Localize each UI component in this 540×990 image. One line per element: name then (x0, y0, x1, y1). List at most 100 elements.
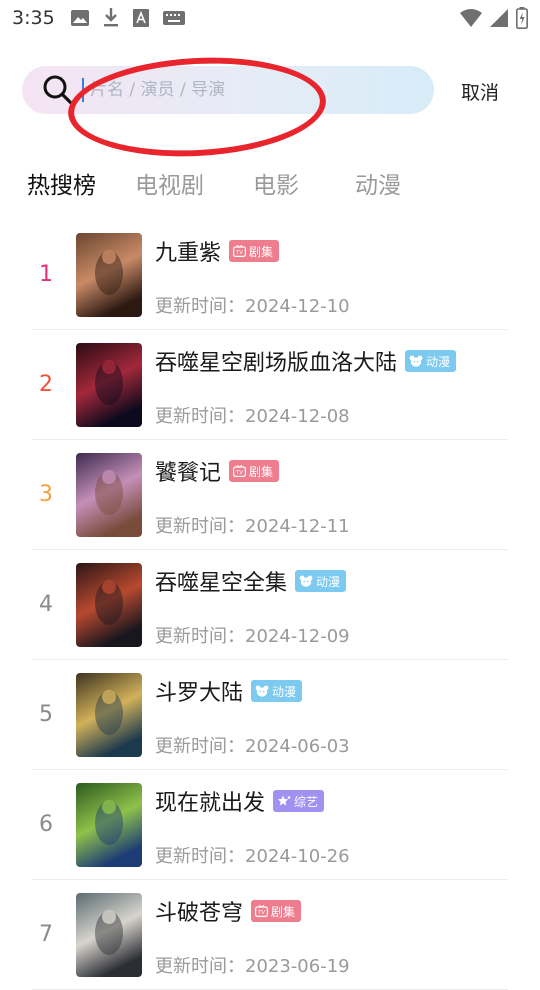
badge-label: 剧集 (271, 904, 296, 919)
status-bar: 3:35 (0, 0, 540, 36)
search-icon (42, 74, 74, 106)
tab-movies[interactable]: 电影 (253, 166, 299, 200)
title-line: 斗罗大陆 动漫 (155, 675, 303, 707)
poster-image[interactable] (76, 343, 142, 427)
badge-label: 动漫 (272, 684, 297, 699)
list-item[interactable]: 3 饕餮记 TV 剧集 更新时间：2024-12-11 (0, 440, 540, 550)
rank-number: 5 (39, 702, 53, 727)
category-badge: TV 剧集 (229, 460, 280, 482)
list-item[interactable]: 4 吞噬星空全集 动漫更新时间：2024-12-09 (0, 550, 540, 660)
update-time-label: 更新时间： (155, 516, 245, 537)
poster-image[interactable] (76, 893, 142, 977)
search-box[interactable] (22, 66, 434, 114)
update-time-label: 更新时间： (155, 296, 245, 317)
update-time-value: 2024-12-09 (245, 626, 350, 647)
status-notification-icons (70, 8, 185, 28)
category-badge: TV 剧集 (229, 240, 280, 262)
poster-image[interactable] (76, 563, 142, 647)
update-time: 更新时间：2023-06-19 (155, 952, 350, 978)
keyboard-icon (162, 11, 185, 25)
update-time-value: 2024-12-10 (245, 296, 350, 317)
rank-number: 2 (39, 372, 53, 397)
signal-icon (490, 9, 508, 27)
item-title[interactable]: 饕餮记 (155, 455, 221, 487)
update-time-value: 2024-10-26 (245, 846, 350, 867)
tv-icon: TV (233, 245, 247, 257)
update-time-value: 2023-06-19 (245, 956, 350, 977)
update-time: 更新时间：2024-12-10 (155, 292, 350, 318)
update-time: 更新时间：2024-12-09 (155, 622, 350, 648)
rank-number: 7 (39, 922, 53, 947)
rank-number: 1 (39, 262, 53, 287)
bear-icon (255, 685, 269, 697)
title-line: 九重紫 TV 剧集 (155, 235, 280, 267)
badge-label: 综艺 (294, 794, 319, 809)
item-title[interactable]: 现在就出发 (155, 785, 265, 817)
item-title[interactable]: 九重紫 (155, 235, 221, 267)
cancel-button[interactable]: 取消 (461, 78, 499, 105)
update-time: 更新时间：2024-12-08 (155, 402, 350, 428)
update-time-label: 更新时间： (155, 956, 245, 977)
list-item[interactable]: 1 九重紫 TV 剧集更新时间：2024-12-10 (0, 220, 540, 330)
badge-label: 剧集 (249, 464, 274, 479)
text-cursor (82, 78, 84, 102)
update-time: 更新时间：2024-10-26 (155, 842, 350, 868)
update-time-label: 更新时间： (155, 846, 245, 867)
update-time-value: 2024-12-08 (245, 406, 350, 427)
tab-anime[interactable]: 动漫 (355, 166, 401, 200)
update-time-value: 2024-12-11 (245, 516, 350, 537)
list-item[interactable]: 7 斗破苍穹 TV 剧集更新时间：2023-06-19 (0, 880, 540, 990)
tab-tv-series[interactable]: 电视剧 (135, 166, 204, 200)
list-item[interactable]: 6 现在就出发 综艺更新时间：2024-10-26 (0, 770, 540, 880)
list-item[interactable]: 2 吞噬星空剧场版血洛大陆 动漫更新时间：2024-12-08 (0, 330, 540, 440)
battery-icon (516, 7, 528, 29)
update-time: 更新时间：2024-12-11 (155, 512, 350, 538)
item-title[interactable]: 斗破苍穹 (155, 895, 243, 927)
update-time-label: 更新时间： (155, 626, 245, 647)
poster-image[interactable] (76, 673, 142, 757)
rank-number: 4 (39, 592, 53, 617)
star-icon (277, 795, 291, 807)
bear-icon (409, 355, 423, 367)
tab-hot-search[interactable]: 热搜榜 (27, 166, 96, 200)
svg-text:TV: TV (257, 910, 265, 916)
poster-image[interactable] (76, 783, 142, 867)
category-tabs: 热搜榜 电视剧 电影 动漫 (0, 166, 540, 206)
category-badge: TV 剧集 (251, 900, 302, 922)
font-app-icon (132, 9, 149, 27)
poster-image[interactable] (76, 453, 142, 537)
update-time-label: 更新时间： (155, 736, 245, 757)
item-title[interactable]: 吞噬星空剧场版血洛大陆 (155, 345, 397, 377)
image-icon (70, 10, 89, 26)
badge-label: 动漫 (316, 574, 341, 589)
update-time: 更新时间：2024-06-03 (155, 732, 350, 758)
svg-text:TV: TV (235, 470, 243, 476)
bear-icon (299, 575, 313, 587)
badge-label: 剧集 (249, 244, 274, 259)
item-title[interactable]: 斗罗大陆 (155, 675, 243, 707)
category-badge: 综艺 (273, 790, 325, 812)
category-badge: 动漫 (405, 350, 457, 372)
search-row: 取消 (0, 66, 540, 114)
download-icon (103, 8, 119, 28)
tv-icon: TV (233, 465, 247, 477)
search-input[interactable] (90, 80, 390, 100)
list-item[interactable]: 5 斗罗大陆 动漫更新时间：2024-06-03 (0, 660, 540, 770)
badge-label: 动漫 (426, 354, 451, 369)
category-badge: 动漫 (251, 680, 303, 702)
item-title[interactable]: 吞噬星空全集 (155, 565, 287, 597)
title-line: 斗破苍穹 TV 剧集 (155, 895, 302, 927)
status-time: 3:35 (12, 7, 55, 29)
rank-number: 6 (39, 812, 53, 837)
title-line: 吞噬星空剧场版血洛大陆 动漫 (155, 345, 457, 377)
category-badge: 动漫 (295, 570, 347, 592)
update-time-label: 更新时间： (155, 406, 245, 427)
title-line: 饕餮记 TV 剧集 (155, 455, 280, 487)
poster-image[interactable] (76, 233, 142, 317)
update-time-value: 2024-06-03 (245, 736, 350, 757)
title-line: 现在就出发 综艺 (155, 785, 325, 817)
hot-search-list: 1 九重紫 TV 剧集 更新时间：2024-12-10 2 吞噬星空剧场版血洛大陆 动漫 更新时… (0, 220, 540, 990)
tv-icon: TV (255, 905, 269, 917)
wifi-icon (460, 9, 482, 27)
title-line: 吞噬星空全集 动漫 (155, 565, 347, 597)
